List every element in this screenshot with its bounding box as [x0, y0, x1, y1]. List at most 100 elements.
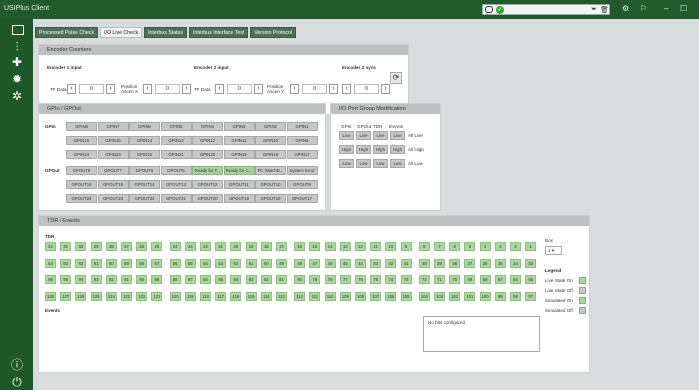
gpin-button[interactable]: GPIN15 [97, 136, 129, 145]
tdr-bit[interactable]: 18 [260, 242, 272, 251]
tdr-bit[interactable]: 25 [151, 242, 163, 251]
tdr-bit[interactable]: 63 [60, 258, 72, 268]
reset-icon[interactable]: ⟳ [390, 72, 402, 84]
gpin-button[interactable]: GPIN24 [66, 150, 97, 159]
tdr-bit[interactable]: 79 [309, 275, 321, 284]
gpout-button[interactable]: Ready for T... [192, 166, 223, 175]
tdr-bit[interactable]: 123 [121, 291, 132, 301]
tdr-bit[interactable]: 113 [276, 291, 287, 301]
gpin-button[interactable]: GPIN19 [223, 150, 255, 159]
tdr-bit[interactable]: 106 [385, 291, 397, 301]
tdr-bit[interactable]: 12 [355, 242, 366, 251]
tdr-bit[interactable]: 122 [136, 291, 148, 301]
tdr-bit[interactable]: 15 [309, 242, 321, 251]
tdr-bit[interactable]: 80 [294, 275, 306, 284]
gpout-button[interactable]: System Error [286, 166, 318, 175]
tdr-bit[interactable]: 26 [136, 242, 148, 251]
tdr-bit[interactable]: 50 [260, 258, 272, 268]
tdr-bit[interactable]: 94 [75, 275, 87, 284]
tdr-bit[interactable]: 3 [494, 242, 506, 251]
minimize-icon[interactable]: – [664, 4, 668, 13]
port-mode-button[interactable]: High [339, 145, 354, 154]
tdr-bit[interactable]: 20 [230, 242, 242, 251]
tdr-bit[interactable]: 2 [510, 242, 521, 251]
gpout-button[interactable]: GPOUT5 [160, 166, 192, 175]
tdr-bit[interactable]: 43 [370, 258, 382, 268]
gpin-button[interactable]: GPIN14 [129, 136, 160, 145]
encoder2-pos-decrement[interactable]: ‹ [290, 84, 299, 94]
tdr-bit[interactable]: 78 [324, 275, 336, 284]
tdr-bit[interactable]: 95 [60, 275, 72, 284]
gpin-button[interactable]: GPIN3 [223, 122, 255, 131]
status-bar[interactable]: ✓ ⏷ 🗑 [482, 4, 610, 15]
filter-icon[interactable]: ⏷ [591, 6, 597, 14]
tdr-bit[interactable]: 41 [400, 258, 412, 268]
tdr-bit[interactable]: 60 [105, 258, 117, 268]
encoder1-pos-increment[interactable]: › [182, 84, 191, 94]
tdr-bit[interactable]: 66 [510, 275, 521, 284]
maximize-icon[interactable]: ☐ [680, 4, 687, 13]
tdr-bit[interactable]: 71 [434, 275, 445, 284]
tdr-bit[interactable]: 127 [60, 291, 72, 301]
port-all-button[interactable]: All High [408, 147, 424, 152]
tdr-bit[interactable]: 30 [75, 242, 87, 251]
tdr-bit[interactable]: 38 [449, 258, 461, 268]
gpout-button[interactable]: Ready for C... [223, 166, 255, 175]
encoder-z-increment[interactable]: › [381, 84, 390, 94]
tdr-bit[interactable]: 124 [105, 291, 117, 301]
box-select[interactable]: 1 ▾ [545, 246, 562, 255]
tdr-bit[interactable]: 84 [230, 275, 242, 284]
tdr-bit[interactable]: 9 [400, 242, 412, 251]
gpout-button[interactable]: GPOUT15 [97, 180, 129, 189]
encoder-z-value[interactable]: 0 [354, 84, 379, 94]
gear-icon[interactable]: ✲ [10, 89, 24, 103]
power-icon[interactable]: ⏻ [10, 375, 24, 389]
tdr-bit[interactable]: 92 [105, 275, 117, 284]
tdr-bit[interactable]: 72 [418, 275, 430, 284]
gpin-button[interactable]: GPIN20 [192, 150, 223, 159]
tdr-bit[interactable]: 46 [324, 258, 336, 268]
encoder1-pos-value[interactable]: 0 [155, 84, 180, 94]
tdr-bit[interactable]: 101 [464, 291, 476, 301]
tdr-bit[interactable]: 61 [90, 258, 102, 268]
gpin-button[interactable]: GPIN1 [286, 122, 318, 131]
tdr-bit[interactable]: 28 [105, 242, 117, 251]
port-mode-button[interactable]: Live [390, 131, 405, 140]
encoder2-pos-increment[interactable]: › [329, 84, 338, 94]
tdr-bit[interactable]: 85 [215, 275, 227, 284]
gpin-button[interactable]: GPIN22 [129, 150, 160, 159]
tdr-bit[interactable]: 114 [260, 291, 272, 301]
tdr-bit[interactable]: 54 [200, 258, 211, 268]
gpout-button[interactable]: GPOUT20 [192, 194, 223, 203]
tdr-bit[interactable]: 86 [200, 275, 211, 284]
gpin-button[interactable]: GPIN12 [192, 136, 223, 145]
tdr-bit[interactable]: 119 [184, 291, 196, 301]
tdr-bit[interactable]: 34 [510, 258, 521, 268]
tdr-bit[interactable]: 104 [418, 291, 430, 301]
message-icon[interactable] [485, 6, 493, 13]
tdr-bit[interactable]: 98 [510, 291, 521, 301]
gpout-button[interactable]: GPOUT7 [97, 166, 129, 175]
tdr-bit[interactable]: 118 [200, 291, 211, 301]
port-mode-button[interactable]: High [356, 145, 371, 154]
gpin-button[interactable]: GPIN23 [97, 150, 129, 159]
port-mode-button[interactable]: Live [356, 131, 371, 140]
tdr-bit[interactable]: 97 [525, 291, 537, 301]
gpin-button[interactable]: GPIN6 [129, 122, 160, 131]
tdr-bit[interactable]: 23 [184, 242, 196, 251]
tdr-bit[interactable]: 55 [184, 258, 196, 268]
gpin-button[interactable]: GPIN5 [160, 122, 192, 131]
tdr-bit[interactable]: 109 [339, 291, 351, 301]
tdr-bit[interactable]: 48 [294, 258, 306, 268]
gpin-button[interactable]: GPIN13 [160, 136, 192, 145]
encoder1-pos-decrement[interactable]: ‹ [143, 84, 152, 94]
tdr-bit[interactable]: 115 [245, 291, 257, 301]
tdr-bit[interactable]: 82 [260, 275, 272, 284]
tdr-bit[interactable]: 100 [479, 291, 491, 301]
tdr-bit[interactable]: 27 [121, 242, 132, 251]
tdr-bit[interactable]: 81 [276, 275, 287, 284]
tdr-bit[interactable]: 1 [525, 242, 537, 251]
tdr-bit[interactable]: 62 [75, 258, 87, 268]
tdr-bit[interactable]: 83 [245, 275, 257, 284]
tdr-bit[interactable]: 68 [479, 275, 491, 284]
